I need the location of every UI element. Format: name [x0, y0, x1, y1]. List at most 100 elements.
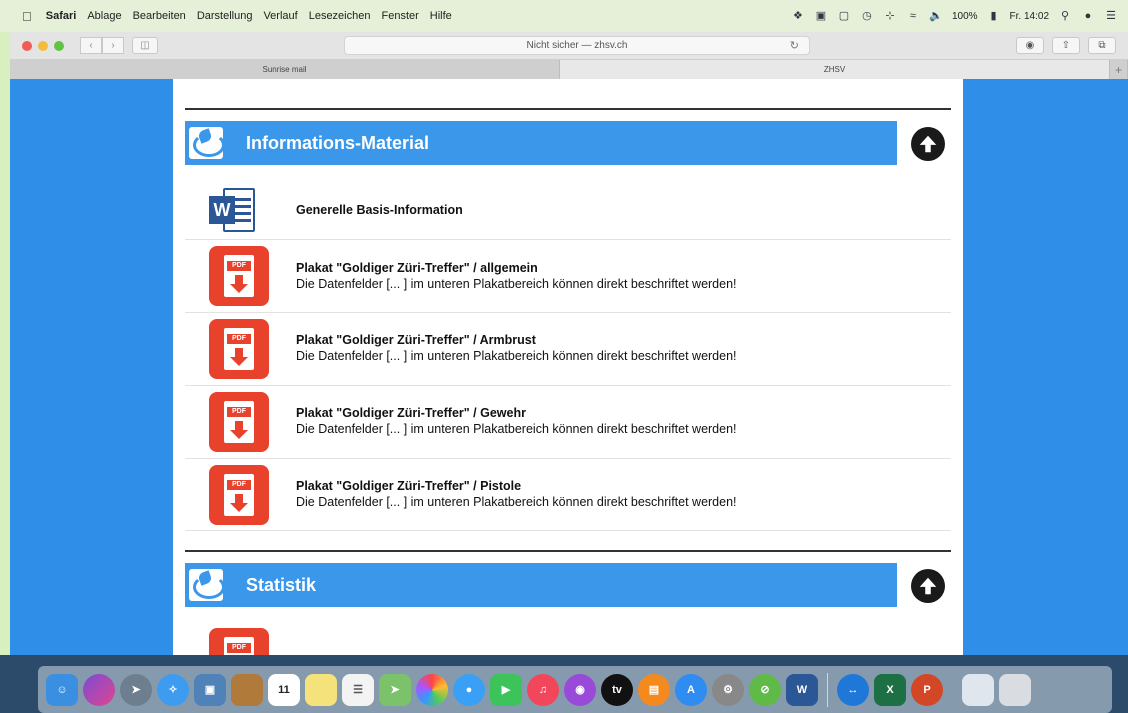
- notes-app-icon[interactable]: [231, 673, 263, 706]
- bluetooth-icon[interactable]: ⊹: [883, 10, 897, 22]
- menu-darstellung[interactable]: Darstellung: [197, 10, 253, 22]
- tab-zhsv[interactable]: ZHSV: [560, 60, 1110, 79]
- section-title: Statistik: [246, 574, 317, 595]
- menu-app-name[interactable]: Safari: [46, 10, 77, 22]
- list-item[interactable]: PDF Plakat "Goldiger Züri-Treffer" / all…: [185, 240, 951, 313]
- section-title: Informations-Material: [246, 132, 430, 153]
- tv-icon[interactable]: tv: [601, 673, 633, 706]
- forward-button[interactable]: ›: [102, 37, 124, 54]
- apple-icon[interactable]: : [22, 9, 32, 24]
- clock[interactable]: Fr. 14:02: [1010, 11, 1049, 22]
- back-button[interactable]: ‹: [80, 37, 102, 54]
- menu-hilfe[interactable]: Hilfe: [430, 10, 452, 22]
- trash-icon[interactable]: [999, 673, 1031, 706]
- facetime-icon[interactable]: ▶: [490, 673, 522, 706]
- system-preferences-icon[interactable]: ⚙: [712, 673, 744, 706]
- menu-ablage[interactable]: Ablage: [87, 10, 121, 22]
- list-item[interactable]: PDF Plakat "Goldiger Züri-Treffer" / Pis…: [185, 459, 951, 531]
- item-description: Die Datenfelder [... ] im unteren Plakat…: [296, 277, 737, 291]
- list-item[interactable]: PDF Plakat "Goldiger Züri-Treffer" / Gew…: [185, 386, 951, 459]
- item-title[interactable]: Plakat "Goldiger Züri-Treffer" / Pistole: [296, 478, 737, 494]
- page-viewport[interactable]: Informations-Material W Generelle Basis-…: [10, 79, 1128, 655]
- battery-icon[interactable]: ▮: [987, 10, 1001, 22]
- fullscreen-window-button[interactable]: [54, 41, 64, 51]
- music-icon[interactable]: ♫: [527, 673, 559, 706]
- stickies-icon[interactable]: [305, 673, 337, 706]
- word-icon[interactable]: W: [786, 673, 818, 706]
- chevron-right-icon: ›: [111, 40, 115, 51]
- reload-icon[interactable]: ↻: [790, 39, 799, 52]
- launchpad-icon[interactable]: ➤: [120, 673, 152, 706]
- siri-icon[interactable]: [83, 673, 115, 706]
- safari-toolbar: ‹ › ◫ Nicht sicher — zhsv.ch ↻ ◉ ⇧ ⧉: [10, 32, 1128, 60]
- item-title[interactable]: Plakat "Goldiger Züri-Treffer" / Armbrus…: [296, 332, 737, 348]
- preview-icon[interactable]: ▣: [194, 673, 226, 706]
- dock: ☺ ➤ ✧ ▣ 11 ☰ ➤ ● ▶ ♫ ◉ tv ▤ A ⚙ ⊘ W ↔ X …: [38, 666, 1112, 713]
- item-text: Generelle Basis-Information: [296, 202, 463, 218]
- menu-verlauf[interactable]: Verlauf: [263, 10, 297, 22]
- finder-icon[interactable]: ☺: [46, 673, 78, 706]
- podcasts-icon[interactable]: ◉: [564, 673, 596, 706]
- calendar-icon[interactable]: 11: [268, 673, 300, 706]
- list-item[interactable]: PDF Plakat "Goldiger Züri-Treffer" / Arm…: [185, 313, 951, 386]
- maps-icon[interactable]: ➤: [379, 673, 411, 706]
- spotlight-icon[interactable]: ⚲: [1058, 10, 1072, 22]
- new-tab-button[interactable]: +: [1110, 60, 1128, 79]
- url-text: Nicht sicher — zhsv.ch: [526, 40, 628, 51]
- excel-icon[interactable]: X: [874, 673, 906, 706]
- scroll-to-top-button[interactable]: [911, 127, 945, 161]
- teamviewer-icon[interactable]: ↔: [837, 673, 869, 706]
- section-divider: [185, 550, 951, 552]
- menu-bearbeiten[interactable]: Bearbeiten: [133, 10, 186, 22]
- block-icon[interactable]: ⊘: [749, 673, 781, 706]
- page-content: Informations-Material W Generelle Basis-…: [173, 79, 963, 655]
- close-window-button[interactable]: [22, 41, 32, 51]
- notification-center-icon[interactable]: ☰: [1104, 10, 1118, 22]
- pdf-download-icon[interactable]: PDF: [209, 319, 269, 379]
- books-icon[interactable]: ▤: [638, 673, 670, 706]
- word-document-icon: W: [209, 186, 257, 234]
- wifi-icon[interactable]: ≈: [906, 10, 920, 22]
- item-title[interactable]: Plakat "Goldiger Züri-Treffer" / Gewehr: [296, 405, 737, 421]
- battery-percent: 100%: [951, 10, 978, 22]
- section-header-statistik: Statistik: [185, 563, 897, 607]
- menu-extra-icon[interactable]: ▣: [814, 10, 828, 22]
- pdf-download-icon[interactable]: PDF: [209, 246, 269, 306]
- status-area: ❖ ▣ ▢ ◷ ⊹ ≈ 🔈 100% ▮ Fr. 14:02 ⚲ ● ☰: [791, 0, 1118, 32]
- calendar-day: 11: [278, 683, 290, 696]
- sidebar-button[interactable]: ◫: [132, 37, 158, 54]
- item-description: Die Datenfelder [... ] im unteren Plakat…: [296, 422, 737, 436]
- tv-label: tv: [612, 683, 622, 696]
- share-button[interactable]: ⇧: [1052, 37, 1080, 54]
- powerpoint-icon[interactable]: P: [911, 673, 943, 706]
- list-item[interactable]: W Generelle Basis-Information: [185, 180, 951, 240]
- sidecar-icon[interactable]: ▢: [837, 10, 851, 22]
- screenshot-icon[interactable]: [962, 673, 994, 706]
- volume-icon[interactable]: 🔈: [929, 10, 943, 22]
- tab-sunrise-mail[interactable]: Sunrise mail: [10, 60, 560, 79]
- siri-menu-icon[interactable]: ●: [1081, 10, 1095, 22]
- messages-icon[interactable]: ●: [453, 673, 485, 706]
- item-description: Die Datenfelder [... ] im unteren Plakat…: [296, 495, 737, 509]
- minimize-window-button[interactable]: [38, 41, 48, 51]
- time-machine-icon[interactable]: ◷: [860, 10, 874, 22]
- reminders-icon[interactable]: ☰: [342, 673, 374, 706]
- safari-icon[interactable]: ✧: [157, 673, 189, 706]
- extension-button[interactable]: ◉: [1016, 37, 1044, 54]
- tabs-overview-button[interactable]: ⧉: [1088, 37, 1116, 54]
- list-item[interactable]: PDF: [185, 625, 951, 655]
- item-title[interactable]: Plakat "Goldiger Züri-Treffer" / allgeme…: [296, 260, 737, 276]
- photos-icon[interactable]: [416, 673, 448, 706]
- pdf-download-icon[interactable]: PDF: [209, 628, 269, 655]
- menu-fenster[interactable]: Fenster: [381, 10, 418, 22]
- tab-bar: Sunrise mail ZHSV +: [10, 60, 1128, 79]
- menu-lesezeichen[interactable]: Lesezeichen: [309, 10, 371, 22]
- item-title[interactable]: Generelle Basis-Information: [296, 202, 463, 218]
- dropbox-icon[interactable]: ❖: [791, 10, 805, 22]
- scroll-to-top-button[interactable]: [911, 569, 945, 603]
- address-bar[interactable]: Nicht sicher — zhsv.ch ↻: [344, 36, 810, 55]
- app-store-icon[interactable]: A: [675, 673, 707, 706]
- section-header-informations-material: Informations-Material: [185, 121, 897, 165]
- pdf-download-icon[interactable]: PDF: [209, 465, 269, 525]
- pdf-download-icon[interactable]: PDF: [209, 392, 269, 452]
